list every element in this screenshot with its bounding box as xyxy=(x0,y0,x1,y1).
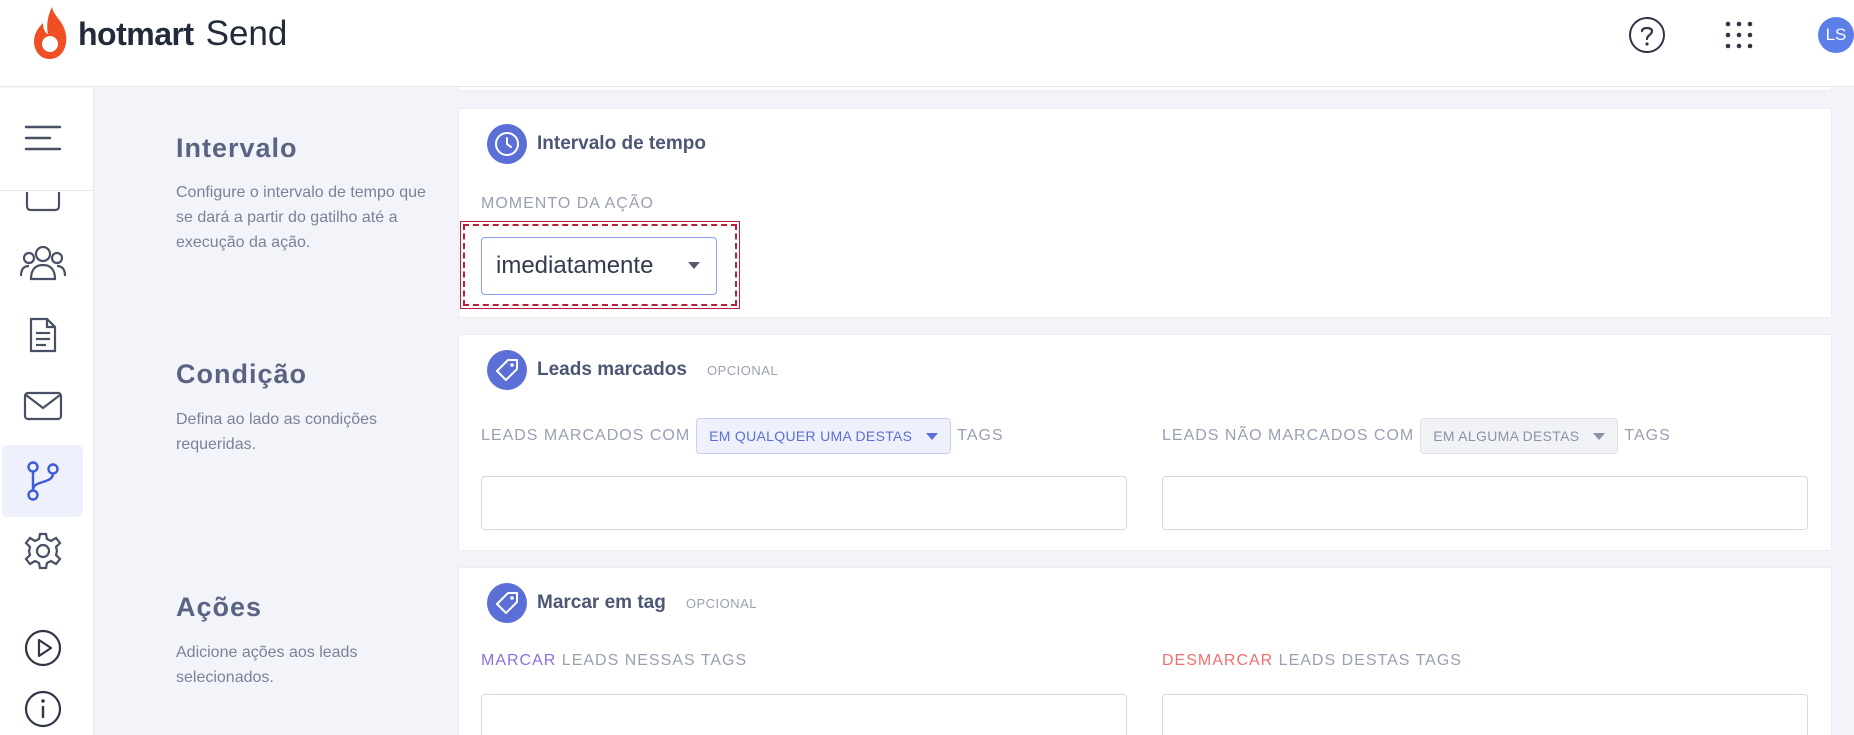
flame-icon xyxy=(34,7,67,59)
untag-leads-input[interactable] xyxy=(1162,694,1808,735)
untag-leads-highlight: DESMARCAR xyxy=(1162,652,1274,669)
brand-name: hotmart xyxy=(78,15,194,52)
tag-leads-label: MARCAR LEADS NESSAS TAGS xyxy=(481,652,747,670)
tag-icon xyxy=(487,583,527,623)
help-circle-icon[interactable] xyxy=(1626,14,1668,56)
clock-icon xyxy=(487,124,527,164)
section-desc-interval: Configure o intervalo de tempo que se da… xyxy=(176,184,426,251)
sidebar-item-contacts[interactable] xyxy=(2,228,83,298)
section-desc-actions: Adicione ações aos leads selecionados. xyxy=(176,644,358,686)
action-moment-label: MOMENTO DA AÇÃO xyxy=(481,195,654,212)
mail-icon xyxy=(23,391,62,421)
tagged-leads-match-value: EM QUALQUER UMA DESTAS xyxy=(709,428,913,444)
document-icon xyxy=(29,317,56,353)
sidebar-item-info[interactable] xyxy=(2,683,83,735)
untagged-leads-label: LEADS NÃO MARCADOS COM xyxy=(1162,427,1415,444)
condition-card: Leads marcados OPCIONAL LEADS MARCADOS C… xyxy=(458,334,1832,551)
actions-card: Marcar em tag OPCIONAL MARCAR LEADS NESS… xyxy=(458,567,1832,735)
actions-card-title: Marcar em tag xyxy=(537,592,666,613)
tagged-leads-suffix: TAGS xyxy=(957,427,1004,444)
automation-icon xyxy=(26,461,59,501)
interval-card-header: Intervalo de tempo xyxy=(487,124,706,164)
sidebar-menu-toggle[interactable] xyxy=(2,103,83,173)
product-name: Send xyxy=(205,14,288,53)
untag-leads-text: LEADS DESTAS TAGS xyxy=(1273,652,1462,669)
tag-leads-highlight: MARCAR xyxy=(481,652,557,669)
tag-leads-text: LEADS NESSAS TAGS xyxy=(556,652,748,669)
actions-optional-badge: OPCIONAL xyxy=(685,595,758,611)
untagged-leads-match-select[interactable]: EM ALGUMA DESTAS xyxy=(1420,418,1619,454)
condition-card-title: Leads marcados xyxy=(537,359,687,380)
previous-card-edge xyxy=(458,87,1832,91)
section-title-interval: Intervalo xyxy=(176,133,298,163)
sidebar-item-settings[interactable] xyxy=(2,516,83,586)
chevron-down-icon xyxy=(1593,432,1606,440)
gear-icon xyxy=(24,532,61,570)
users-icon xyxy=(19,245,66,281)
tag-icon xyxy=(487,350,527,390)
section-title-condition: Condição xyxy=(176,359,308,389)
actions-card-header: Marcar em tag OPCIONAL xyxy=(487,583,757,623)
tagged-leads-tags-input[interactable] xyxy=(481,476,1127,530)
sidebar-item-emails[interactable] xyxy=(2,371,83,441)
condition-optional-badge: OPCIONAL xyxy=(706,362,779,378)
sidebar-item-tutorials[interactable] xyxy=(2,613,83,683)
folder-icon xyxy=(25,192,60,212)
info-icon xyxy=(24,690,61,728)
action-moment-value: imediatamente xyxy=(496,252,654,279)
tag-leads-input[interactable] xyxy=(481,694,1127,735)
untag-leads-label: DESMARCAR LEADS DESTAS TAGS xyxy=(1162,652,1462,670)
sidebar-item-folder[interactable] xyxy=(2,192,83,212)
untagged-leads-filter: LEADS NÃO MARCADOS COM EM ALGUMA DESTAS … xyxy=(1162,418,1671,454)
sidebar-item-forms[interactable] xyxy=(2,300,83,370)
sidebar-item-automations[interactable] xyxy=(2,445,83,517)
tagged-leads-match-select[interactable]: EM QUALQUER UMA DESTAS xyxy=(696,418,952,454)
play-icon xyxy=(24,629,61,667)
chevron-down-icon xyxy=(926,432,939,440)
brand-logo[interactable]: hotmart Send xyxy=(30,6,287,62)
sidebar-nav xyxy=(0,88,94,735)
untagged-leads-suffix: TAGS xyxy=(1624,427,1671,444)
interval-card-title: Intervalo de tempo xyxy=(537,133,706,154)
condition-card-header: Leads marcados OPCIONAL xyxy=(487,350,778,390)
avatar[interactable]: LS xyxy=(1818,17,1854,53)
section-title-actions: Ações xyxy=(176,592,263,622)
top-bar: hotmart Send LS xyxy=(0,0,1854,87)
tagged-leads-filter: LEADS MARCADOS COM EM QUALQUER UMA DESTA… xyxy=(481,418,1004,454)
untagged-leads-match-value: EM ALGUMA DESTAS xyxy=(1433,428,1580,444)
section-desc-condition: Defina ao lado as condições requeridas. xyxy=(176,411,378,453)
menu-icon xyxy=(24,125,61,151)
sidebar-divider xyxy=(0,190,94,191)
chevron-down-icon xyxy=(688,262,700,269)
grid-dots-icon[interactable] xyxy=(1718,14,1760,56)
untagged-leads-tags-input[interactable] xyxy=(1162,476,1808,530)
action-moment-select[interactable]: imediatamente xyxy=(481,237,717,295)
tagged-leads-label: LEADS MARCADOS COM xyxy=(481,427,691,444)
